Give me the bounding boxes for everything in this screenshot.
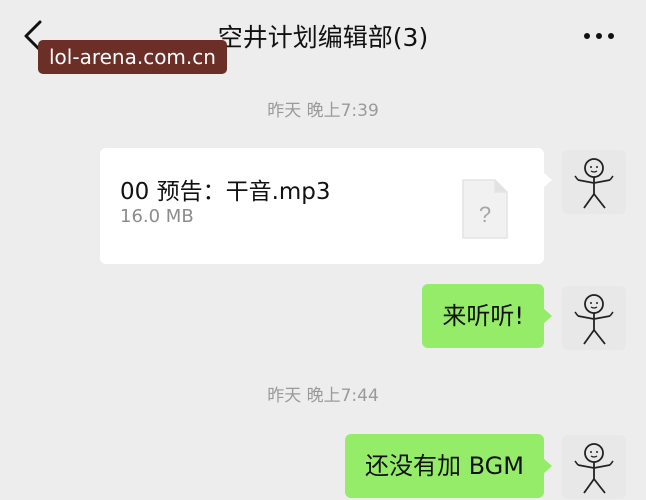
stick-figure-avatar-icon xyxy=(562,286,626,350)
avatar[interactable] xyxy=(562,435,626,499)
watermark-label: lol-arena.com.cn xyxy=(38,40,227,74)
file-message-card[interactable]: 00 预告：干音.mp3 16.0 MB ? xyxy=(100,148,552,264)
avatar[interactable] xyxy=(562,286,626,350)
file-size: 16.0 MB xyxy=(120,206,194,227)
sent-text-bubble[interactable]: 来听听! xyxy=(422,284,552,348)
stick-figure-avatar-icon xyxy=(562,150,626,214)
message-timestamp: 昨天 晚上7:39 xyxy=(267,101,379,121)
stick-figure-avatar-icon xyxy=(562,435,626,499)
svg-text:?: ? xyxy=(479,202,491,227)
file-name: 00 预告：干音.mp3 xyxy=(120,179,331,205)
unknown-file-icon: ? xyxy=(462,179,508,239)
sent-text-bubble[interactable]: 还没有加 BGM xyxy=(345,434,552,498)
message-timestamp: 昨天 晚上7:44 xyxy=(267,386,379,406)
avatar[interactable] xyxy=(562,150,626,214)
more-dots-icon[interactable] xyxy=(582,24,616,48)
